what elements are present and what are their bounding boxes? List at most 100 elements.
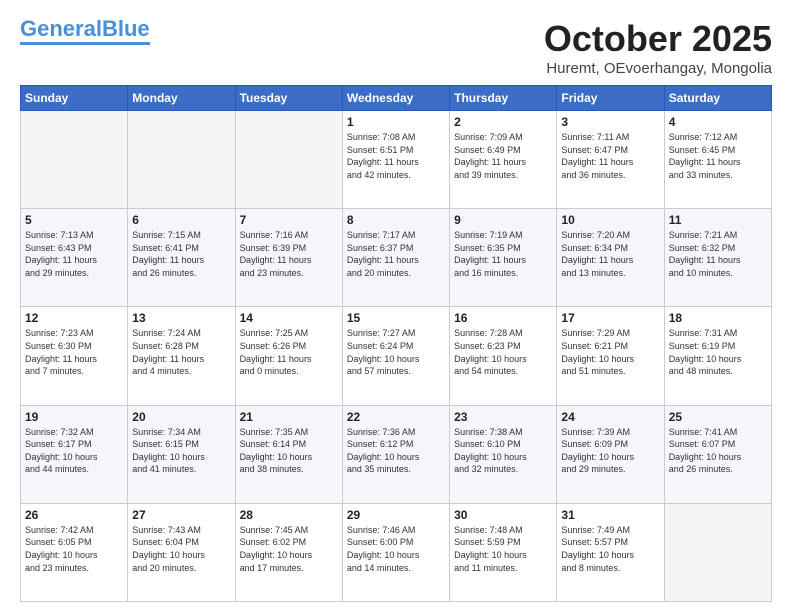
day-info: Sunrise: 7:49 AM Sunset: 5:57 PM Dayligh… (561, 524, 659, 574)
day-info: Sunrise: 7:29 AM Sunset: 6:21 PM Dayligh… (561, 327, 659, 377)
calendar-cell: 6Sunrise: 7:15 AM Sunset: 6:41 PM Daylig… (128, 209, 235, 307)
day-info: Sunrise: 7:09 AM Sunset: 6:49 PM Dayligh… (454, 131, 552, 181)
header: GeneralBlue October 2025 Huremt, OEvoerh… (20, 18, 772, 77)
calendar-cell: 10 Sunrise: 7:20 AM Sunset: 6:34 PM Dayli… (557, 209, 664, 307)
logo-text: GeneralBlue (20, 18, 150, 40)
day-info: Sunrise: 7:38 AM Sunset: 6:10 PM Dayligh… (454, 426, 552, 476)
weekday-header: Sunday (21, 86, 128, 111)
day-number: 19 (25, 410, 123, 424)
day-number: 27 (132, 508, 230, 522)
day-number: 7 (240, 213, 338, 227)
calendar-cell: 27Sunrise: 7:43 AM Sunset: 6:04 PM Dayli… (128, 503, 235, 601)
day-number: 30 (454, 508, 552, 522)
day-number: 25 (669, 410, 767, 424)
calendar-cell: 14 Sunrise: 7:25 AM Sunset: 6:26 PM Dayli… (235, 307, 342, 405)
day-info: Sunrise: 7:36 AM Sunset: 6:12 PM Dayligh… (347, 426, 445, 476)
month-title: October 2025 (544, 18, 772, 60)
day-number: 13 (132, 311, 230, 325)
day-number: 10 (561, 213, 659, 227)
day-info: Sunrise: 7:27 AM Sunset: 6:24 PM Dayligh… (347, 327, 445, 377)
day-info: Sunrise: 7:17 AM Sunset: 6:37 PM Dayligh… (347, 229, 445, 279)
weekday-header: Monday (128, 86, 235, 111)
calendar-cell: 1 Sunrise: 7:08 AM Sunset: 6:51 PM Daylig… (342, 111, 449, 209)
page: GeneralBlue October 2025 Huremt, OEvoerh… (0, 0, 792, 612)
day-info: Sunrise: 7:21 AM Sunset: 6:32 PM Dayligh… (669, 229, 767, 279)
day-info: Sunrise: 7:08 AM Sunset: 6:51 PM Dayligh… (347, 131, 445, 181)
calendar-cell (128, 111, 235, 209)
calendar-cell: 9 Sunrise: 7:19 AM Sunset: 6:35 PM Daylig… (450, 209, 557, 307)
logo-underline (20, 42, 150, 45)
day-number: 3 (561, 115, 659, 129)
day-info: Sunrise: 7:28 AM Sunset: 6:23 PM Dayligh… (454, 327, 552, 377)
day-info: Sunrise: 7:46 AM Sunset: 6:00 PM Dayligh… (347, 524, 445, 574)
day-info: Sunrise: 7:34 AM Sunset: 6:15 PM Dayligh… (132, 426, 230, 476)
day-number: 1 (347, 115, 445, 129)
day-info: Sunrise: 7:42 AM Sunset: 6:05 PM Dayligh… (25, 524, 123, 574)
weekday-header: Saturday (664, 86, 771, 111)
day-number: 31 (561, 508, 659, 522)
weekday-header: Tuesday (235, 86, 342, 111)
calendar-cell: 31 Sunrise: 7:49 AM Sunset: 5:57 PM Dayli… (557, 503, 664, 601)
logo: GeneralBlue (20, 18, 150, 45)
day-number: 24 (561, 410, 659, 424)
calendar-cell: 13 Sunrise: 7:24 AM Sunset: 6:28 PM Dayli… (128, 307, 235, 405)
calendar-cell: 29 Sunrise: 7:46 AM Sunset: 6:00 PM Dayli… (342, 503, 449, 601)
day-number: 29 (347, 508, 445, 522)
day-number: 6 (132, 213, 230, 227)
calendar-week-row: 5 Sunrise: 7:13 AM Sunset: 6:43 PM Daylig… (21, 209, 772, 307)
day-info: Sunrise: 7:41 AM Sunset: 6:07 PM Dayligh… (669, 426, 767, 476)
day-info: Sunrise: 7:12 AM Sunset: 6:45 PM Dayligh… (669, 131, 767, 181)
day-number: 16 (454, 311, 552, 325)
calendar-cell: 19Sunrise: 7:32 AM Sunset: 6:17 PM Dayli… (21, 405, 128, 503)
calendar-cell: 24Sunrise: 7:39 AM Sunset: 6:09 PM Dayli… (557, 405, 664, 503)
day-number: 21 (240, 410, 338, 424)
day-info: Sunrise: 7:20 AM Sunset: 6:34 PM Dayligh… (561, 229, 659, 279)
day-info: Sunrise: 7:23 AM Sunset: 6:30 PM Dayligh… (25, 327, 123, 377)
calendar-cell (235, 111, 342, 209)
day-number: 14 (240, 311, 338, 325)
day-number: 11 (669, 213, 767, 227)
day-info: Sunrise: 7:31 AM Sunset: 6:19 PM Dayligh… (669, 327, 767, 377)
day-info: Sunrise: 7:45 AM Sunset: 6:02 PM Dayligh… (240, 524, 338, 574)
weekday-header: Wednesday (342, 86, 449, 111)
calendar-cell: 21Sunrise: 7:35 AM Sunset: 6:14 PM Dayli… (235, 405, 342, 503)
calendar-cell (664, 503, 771, 601)
calendar-cell: 15Sunrise: 7:27 AM Sunset: 6:24 PM Dayli… (342, 307, 449, 405)
day-number: 20 (132, 410, 230, 424)
calendar-cell: 8Sunrise: 7:17 AM Sunset: 6:37 PM Daylig… (342, 209, 449, 307)
calendar-cell: 26 Sunrise: 7:42 AM Sunset: 6:05 PM Dayli… (21, 503, 128, 601)
calendar-cell: 17 Sunrise: 7:29 AM Sunset: 6:21 PM Dayli… (557, 307, 664, 405)
calendar-cell: 23 Sunrise: 7:38 AM Sunset: 6:10 PM Dayli… (450, 405, 557, 503)
day-info: Sunrise: 7:13 AM Sunset: 6:43 PM Dayligh… (25, 229, 123, 279)
calendar-week-row: 12Sunrise: 7:23 AM Sunset: 6:30 PM Dayli… (21, 307, 772, 405)
calendar-cell: 25 Sunrise: 7:41 AM Sunset: 6:07 PM Dayli… (664, 405, 771, 503)
logo-general: General (20, 16, 102, 41)
calendar-cell: 3 Sunrise: 7:11 AM Sunset: 6:47 PM Daylig… (557, 111, 664, 209)
day-number: 17 (561, 311, 659, 325)
calendar-week-row: 1 Sunrise: 7:08 AM Sunset: 6:51 PM Daylig… (21, 111, 772, 209)
day-number: 4 (669, 115, 767, 129)
day-info: Sunrise: 7:19 AM Sunset: 6:35 PM Dayligh… (454, 229, 552, 279)
day-info: Sunrise: 7:25 AM Sunset: 6:26 PM Dayligh… (240, 327, 338, 377)
calendar-cell: 5 Sunrise: 7:13 AM Sunset: 6:43 PM Daylig… (21, 209, 128, 307)
day-info: Sunrise: 7:11 AM Sunset: 6:47 PM Dayligh… (561, 131, 659, 181)
day-number: 26 (25, 508, 123, 522)
weekday-header: Friday (557, 86, 664, 111)
day-number: 2 (454, 115, 552, 129)
calendar-cell: 22 Sunrise: 7:36 AM Sunset: 6:12 PM Dayli… (342, 405, 449, 503)
calendar: SundayMondayTuesdayWednesdayThursdayFrid… (20, 85, 772, 602)
calendar-cell: 30Sunrise: 7:48 AM Sunset: 5:59 PM Dayli… (450, 503, 557, 601)
day-number: 28 (240, 508, 338, 522)
calendar-cell: 11 Sunrise: 7:21 AM Sunset: 6:32 PM Dayli… (664, 209, 771, 307)
day-number: 9 (454, 213, 552, 227)
calendar-week-row: 26 Sunrise: 7:42 AM Sunset: 6:05 PM Dayli… (21, 503, 772, 601)
calendar-cell: 7 Sunrise: 7:16 AM Sunset: 6:39 PM Daylig… (235, 209, 342, 307)
day-info: Sunrise: 7:24 AM Sunset: 6:28 PM Dayligh… (132, 327, 230, 377)
calendar-cell: 18 Sunrise: 7:31 AM Sunset: 6:19 PM Dayli… (664, 307, 771, 405)
day-number: 5 (25, 213, 123, 227)
day-number: 23 (454, 410, 552, 424)
day-number: 18 (669, 311, 767, 325)
calendar-cell: 4 Sunrise: 7:12 AM Sunset: 6:45 PM Daylig… (664, 111, 771, 209)
day-info: Sunrise: 7:16 AM Sunset: 6:39 PM Dayligh… (240, 229, 338, 279)
day-number: 22 (347, 410, 445, 424)
